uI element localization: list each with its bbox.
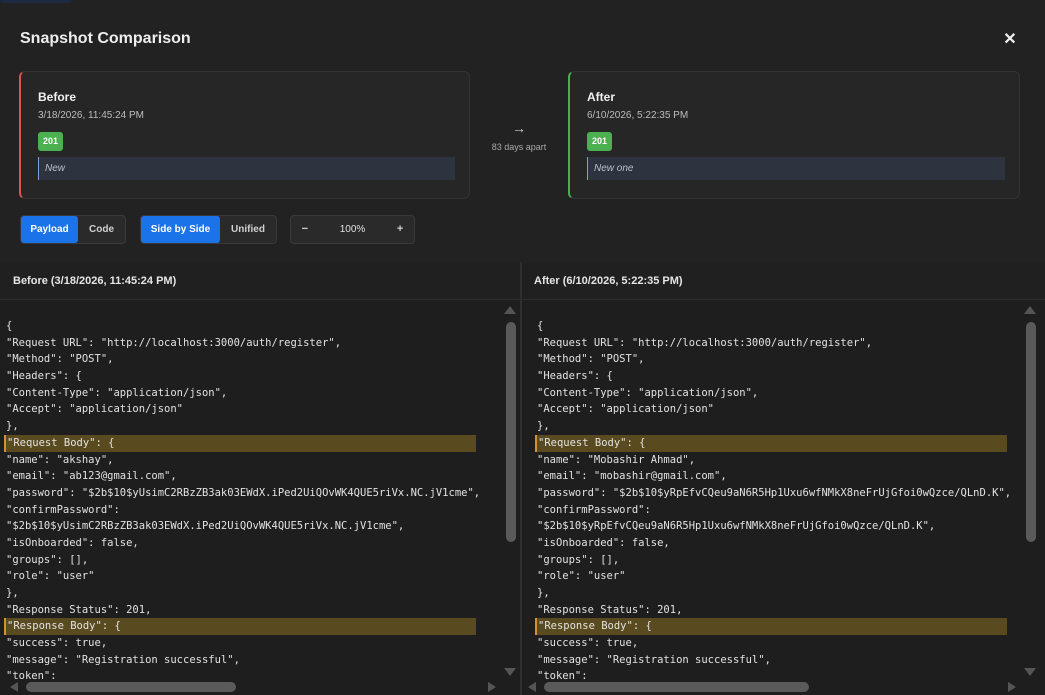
scroll-right-icon[interactable]	[488, 682, 496, 692]
before-pane-header: Before (3/18/2026, 11:45:24 PM)	[0, 262, 520, 300]
zoom-level: 100%	[339, 224, 366, 235]
highlighted-code-line: "Request Body": {	[4, 434, 476, 452]
code-line: "Accept": "application/json"	[6, 403, 184, 416]
after-title: After	[587, 90, 616, 104]
code-button[interactable]: Code	[78, 216, 125, 243]
after-pane: After (6/10/2026, 5:22:35 PM) { "Request …	[522, 262, 1045, 695]
code-line: "isOnboarded": false,	[537, 536, 670, 549]
code-line: "confirmPassword":	[6, 503, 120, 516]
before-snapshot-card: Before 3/18/2026, 11:45:24 PM 201 New	[19, 71, 470, 199]
code-line: "success": true,	[6, 637, 108, 650]
after-horizontal-scrollbar[interactable]	[526, 680, 1018, 694]
background-tab-fragment	[0, 0, 72, 4]
code-line: "Headers": {	[537, 370, 613, 383]
code-line: "role": "user"	[537, 570, 626, 583]
side-by-side-button[interactable]: Side by Side	[141, 216, 220, 243]
before-title: Before	[38, 90, 77, 104]
after-description: New one	[587, 157, 1005, 180]
before-description: New	[38, 157, 455, 180]
scroll-down-icon[interactable]	[504, 668, 516, 676]
highlighted-code-line: "Request Body": {	[535, 434, 1007, 452]
before-date: 3/18/2026, 11:45:24 PM	[38, 110, 145, 121]
after-snapshot-card: After 6/10/2026, 5:22:35 PM 201 New one	[568, 71, 1020, 199]
days-apart-label: 83 days apart	[491, 142, 547, 152]
code-line: {	[537, 320, 544, 332]
before-code: { "Request URL": "http://localhost:3000/a…	[4, 318, 481, 685]
zoom-in-button[interactable]: +	[386, 216, 414, 243]
scroll-down-icon[interactable]	[1024, 668, 1036, 676]
code-line: },	[6, 420, 19, 433]
code-line: "Response Status": 201,	[6, 603, 152, 616]
code-line: "isOnboarded": false,	[6, 536, 139, 549]
highlighted-code-line: "Response Body": {	[4, 618, 476, 636]
code-line: "message": "Registration successful",	[6, 653, 240, 666]
code-line: },	[6, 587, 19, 599]
highlighted-code-line: "Response Body": {	[535, 618, 1007, 636]
after-pane-header: After (6/10/2026, 5:22:35 PM)	[522, 262, 1045, 300]
before-vertical-scrollbar[interactable]	[503, 306, 517, 676]
code-line: "$2b$10$yRpEfvCQeu9aN6R5Hp1Uxu6wfNMkX8ne…	[537, 520, 936, 533]
code-line: "name": "akshay",	[6, 453, 114, 466]
code-line: "password": "$2b$10$yRpEfvCQeu9aN6R5Hp1U…	[537, 486, 1012, 499]
background-tab-mark	[0, 0, 72, 3]
code-line: "Content-Type": "application/json",	[537, 386, 759, 399]
close-icon[interactable]: ✕	[1001, 30, 1019, 50]
scroll-up-icon[interactable]	[504, 306, 516, 314]
code-line: "Method": "POST",	[537, 353, 645, 366]
unified-button[interactable]: Unified	[220, 216, 276, 243]
payload-button[interactable]: Payload	[21, 216, 78, 243]
code-line: "Request URL": "http://localhost:3000/au…	[6, 336, 342, 349]
scroll-thumb[interactable]	[1026, 322, 1036, 542]
scroll-right-icon[interactable]	[1008, 682, 1016, 692]
code-line: },	[537, 420, 550, 433]
code-line: "name": "Mobashir Ahmad",	[537, 453, 696, 466]
modal-header: Snapshot Comparison ✕	[20, 30, 1025, 52]
code-line: "groups": [],	[537, 553, 620, 566]
code-line: "groups": [],	[6, 553, 89, 566]
code-line: "password": "$2b$10$yUsimC2RBzZB3ak03EWd…	[6, 486, 481, 499]
code-line: "message": "Registration successful",	[537, 653, 771, 666]
scroll-thumb[interactable]	[26, 682, 236, 692]
before-status-badge: 201	[38, 132, 64, 151]
code-line: "$2b$10$yUsimC2RBzZB3ak03EWdX.iPed2UiQOv…	[6, 520, 405, 533]
view-toggle: Payload Code	[20, 215, 126, 244]
after-date: 6/10/2026, 5:22:35 PM	[587, 110, 689, 121]
zoom-control: − 100% +	[290, 215, 415, 244]
code-line: "success": true,	[537, 637, 639, 650]
scroll-left-icon[interactable]	[528, 682, 536, 692]
code-line: "confirmPassword":	[537, 503, 651, 516]
code-line: {	[6, 320, 13, 332]
scroll-left-icon[interactable]	[10, 682, 18, 692]
after-vertical-scrollbar[interactable]	[1023, 306, 1037, 676]
after-status-badge: 201	[587, 132, 613, 151]
code-line: "email": "ab123@gmail.com",	[6, 470, 177, 483]
code-line: },	[537, 587, 550, 599]
scroll-up-icon[interactable]	[1024, 306, 1036, 314]
before-pane: Before (3/18/2026, 11:45:24 PM) { "Reques…	[0, 262, 520, 695]
arrow-right-icon: →	[512, 120, 526, 136]
code-line: "Request URL": "http://localhost:3000/au…	[537, 336, 873, 349]
zoom-out-button[interactable]: −	[291, 216, 319, 243]
time-gap: → 83 days apart	[470, 120, 568, 152]
scroll-thumb[interactable]	[544, 682, 809, 692]
code-line: "Method": "POST",	[6, 353, 114, 366]
modal-title: Snapshot Comparison	[20, 30, 191, 47]
after-code: { "Request URL": "http://localhost:3000/a…	[535, 318, 1012, 685]
before-horizontal-scrollbar[interactable]	[8, 680, 498, 694]
layout-toggle: Side by Side Unified	[140, 215, 277, 244]
code-line: "Accept": "application/json"	[537, 403, 715, 416]
code-line: "Headers": {	[6, 370, 82, 383]
snapshot-comparison-modal: Snapshot Comparison ✕ Before 3/18/2026, …	[0, 0, 1045, 695]
code-line: "role": "user"	[6, 570, 95, 583]
code-line: "email": "mobashir@gmail.com",	[537, 470, 727, 483]
code-line: "Content-Type": "application/json",	[6, 386, 228, 399]
scroll-thumb[interactable]	[506, 322, 516, 542]
code-line: "Response Status": 201,	[537, 603, 683, 616]
